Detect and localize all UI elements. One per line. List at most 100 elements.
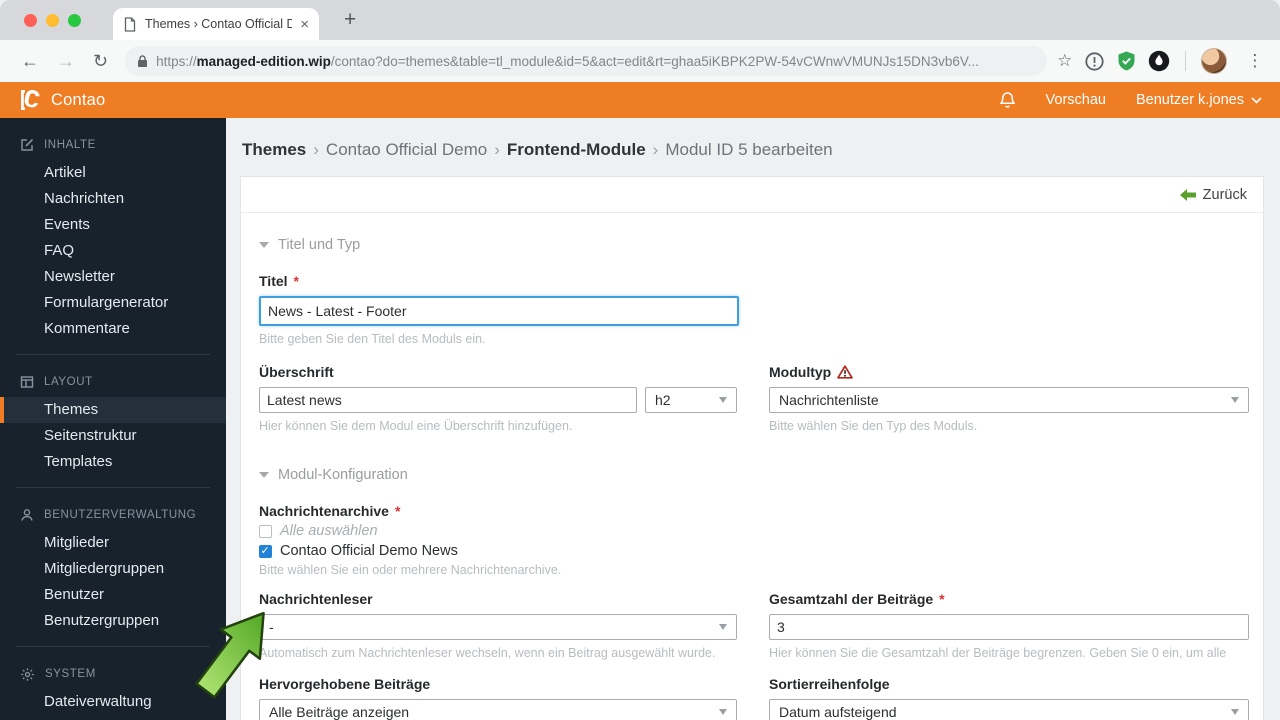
- hervorgehobene-select[interactable]: Alle Beiträge anzeigen: [259, 699, 737, 720]
- page-favicon-icon: [124, 16, 136, 32]
- window-minimize-button[interactable]: [46, 14, 59, 27]
- sidebar-item-events[interactable]: Events: [0, 212, 226, 238]
- sidebar-item-seitenstruktur[interactable]: Seitenstruktur: [0, 423, 226, 449]
- browser-tab[interactable]: Themes › Contao Official Demo ×: [113, 8, 319, 40]
- sidebar-item-nachrichten[interactable]: Nachrichten: [0, 186, 226, 212]
- collapse-triangle-icon: [259, 242, 269, 248]
- select-caret-icon: [1231, 397, 1239, 403]
- sidebar-item-kommentare[interactable]: Kommentare: [0, 316, 226, 342]
- checkbox-checked-icon[interactable]: [259, 544, 272, 558]
- screen: Themes › Contao Official Demo × + ← → ↻ …: [0, 0, 1280, 720]
- tab-close-icon[interactable]: ×: [300, 16, 309, 33]
- sidebar-group-layout: LAYOUT: [0, 367, 226, 397]
- nachrichtenleser-select[interactable]: -: [259, 614, 737, 640]
- section-modul-konfiguration[interactable]: Modul-Konfiguration: [259, 467, 1245, 483]
- flame-extension-icon[interactable]: [1148, 50, 1170, 72]
- sidebar-item-mitgliedergruppen[interactable]: Mitgliedergruppen: [0, 556, 226, 582]
- window-close-button[interactable]: [24, 14, 37, 27]
- field-titel: Titel* Bitte geben Sie den Titel des Mod…: [259, 273, 1245, 346]
- checkbox-contao-official-demo-news[interactable]: Contao Official Demo News: [259, 543, 1245, 559]
- titel-input[interactable]: [259, 296, 739, 326]
- ueberschrift-label: Überschrift: [259, 364, 334, 380]
- sidebar-item-formulargenerator[interactable]: Formulargenerator: [0, 290, 226, 316]
- titel-hint: Bitte geben Sie den Titel des Moduls ein…: [259, 332, 486, 346]
- url-text: https://managed-edition.wip/contao?do=th…: [156, 53, 979, 69]
- sortierung-select[interactable]: Datum aufsteigend: [769, 699, 1249, 720]
- ueberschrift-input[interactable]: [259, 387, 637, 413]
- gesamtzahl-input[interactable]: [769, 614, 1249, 640]
- field-sortierung: Sortierreihenfolge Datum aufsteigend Hie…: [769, 676, 1249, 720]
- brand-name: Contao: [51, 90, 106, 109]
- required-asterisk: *: [293, 273, 299, 289]
- gesamtzahl-hint: Hier können Sie die Gesamtzahl der Beitr…: [769, 646, 1227, 660]
- select-caret-icon: [719, 624, 727, 630]
- user-menu-label: Benutzer k.jones: [1135, 92, 1244, 108]
- sidebar-item-benutzer[interactable]: Benutzer: [0, 582, 226, 608]
- back-button[interactable]: Zurück: [1203, 187, 1247, 203]
- sidebar-item-themes[interactable]: Themes: [0, 397, 226, 423]
- browser-menu-icon[interactable]: ⋮: [1246, 51, 1264, 71]
- preview-link[interactable]: Vorschau: [1046, 92, 1106, 108]
- alert-circle-extension-icon[interactable]: [1084, 51, 1105, 72]
- shield-check-extension-icon[interactable]: [1116, 50, 1137, 72]
- browser-toolbar: ← → ↻ https://managed-edition.wip/contao…: [0, 40, 1280, 82]
- nachrichtenarchive-label: Nachrichtenarchive *: [259, 503, 401, 519]
- bookmark-star-icon[interactable]: ☆: [1057, 51, 1072, 71]
- bell-icon[interactable]: [999, 91, 1016, 109]
- sidebar-item-dateiverwaltung[interactable]: Dateiverwaltung: [0, 689, 226, 715]
- user-icon: [21, 509, 33, 521]
- address-bar[interactable]: https://managed-edition.wip/contao?do=th…: [125, 46, 1048, 76]
- sidebar-item-mitglieder[interactable]: Mitglieder: [0, 530, 226, 556]
- field-gesamtzahl: Gesamtzahl der Beiträge* Hier können Sie…: [769, 591, 1249, 660]
- forward-icon[interactable]: →: [57, 51, 75, 72]
- panel-header: Zurück: [241, 177, 1263, 213]
- sidebar-group-inhalte: INHALTE: [0, 130, 226, 160]
- app-header: Contao Vorschau Benutzer k.jones: [0, 82, 1280, 118]
- field-modultyp: Modultyp Nachrichtenliste Bitte wählen S…: [769, 364, 1249, 433]
- profile-avatar[interactable]: [1201, 48, 1228, 74]
- ueberschrift-hint: Hier können Sie dem Modul eine Überschri…: [259, 419, 573, 433]
- window-controls: [24, 14, 81, 27]
- reload-icon[interactable]: ↻: [93, 51, 108, 72]
- modultyp-select[interactable]: Nachrichtenliste: [769, 387, 1249, 413]
- back-icon[interactable]: ←: [21, 51, 39, 72]
- user-menu[interactable]: Benutzer k.jones: [1136, 92, 1262, 108]
- nachrichtenleser-hint: Automatisch zum Nachrichtenleser wechsel…: [259, 646, 716, 660]
- nachrichtenleser-label: Nachrichtenleser: [259, 591, 373, 607]
- sidebar-item-artikel[interactable]: Artikel: [0, 160, 226, 186]
- warning-triangle-icon[interactable]: [837, 365, 854, 379]
- field-nachrichtenarchive: Nachrichtenarchive* Alle auswählen Conta…: [259, 503, 1245, 577]
- modultyp-hint: Bitte wählen Sie den Typ des Moduls.: [769, 419, 978, 433]
- sidebar-group-benutzerverwaltung: BENUTZERVERWALTUNG: [0, 500, 226, 530]
- sidebar-item-templates[interactable]: Templates: [0, 449, 226, 475]
- section-titel-und-typ[interactable]: Titel und Typ: [259, 237, 1245, 253]
- collapse-triangle-icon: [259, 472, 269, 478]
- sidebar-divider: [16, 646, 210, 647]
- hervorgehobene-label: Hervorgehobene Beiträge: [259, 676, 431, 692]
- field-ueberschrift: Überschrift h2 Hier können Sie dem Modul…: [259, 364, 737, 433]
- tab-title: Themes › Contao Official Demo: [145, 17, 293, 31]
- sidebar-divider: [16, 354, 210, 355]
- extension-icons: ⋮: [1084, 48, 1264, 74]
- sidebar-item-newsletter[interactable]: Newsletter: [0, 264, 226, 290]
- sidebar-item-benutzergruppen[interactable]: Benutzergruppen: [0, 608, 226, 634]
- sidebar: INHALTE Artikel Nachrichten Events FAQ N…: [0, 118, 226, 720]
- new-tab-button[interactable]: +: [336, 6, 364, 34]
- nachrichtenarchive-hint: Bitte wählen Sie ein oder mehrere Nachri…: [259, 563, 562, 577]
- checkbox-unchecked-icon[interactable]: [259, 524, 272, 538]
- sidebar-item-faq[interactable]: FAQ: [0, 238, 226, 264]
- lock-icon: [138, 55, 148, 67]
- sortierung-label: Sortierreihenfolge: [769, 676, 890, 692]
- breadcrumb-themes[interactable]: Themes: [242, 140, 306, 159]
- sidebar-divider: [16, 487, 210, 488]
- gesamtzahl-label: Gesamtzahl der Beiträge *: [769, 591, 945, 607]
- window-zoom-button[interactable]: [68, 14, 81, 27]
- breadcrumb-demo[interactable]: Contao Official Demo: [326, 140, 487, 159]
- heading-level-select[interactable]: h2: [645, 387, 737, 413]
- panel-body: Titel und Typ Titel* Bitte geben Sie den…: [241, 213, 1263, 720]
- main-content: Themes › Contao Official Demo › Frontend-Mod…: [226, 118, 1280, 720]
- select-caret-icon: [1231, 709, 1239, 715]
- checkbox-alle-auswaehlen[interactable]: Alle auswählen: [259, 523, 1245, 539]
- breadcrumb-frontend-module[interactable]: Frontend-Module: [507, 140, 646, 159]
- chevron-down-icon: [1251, 96, 1262, 104]
